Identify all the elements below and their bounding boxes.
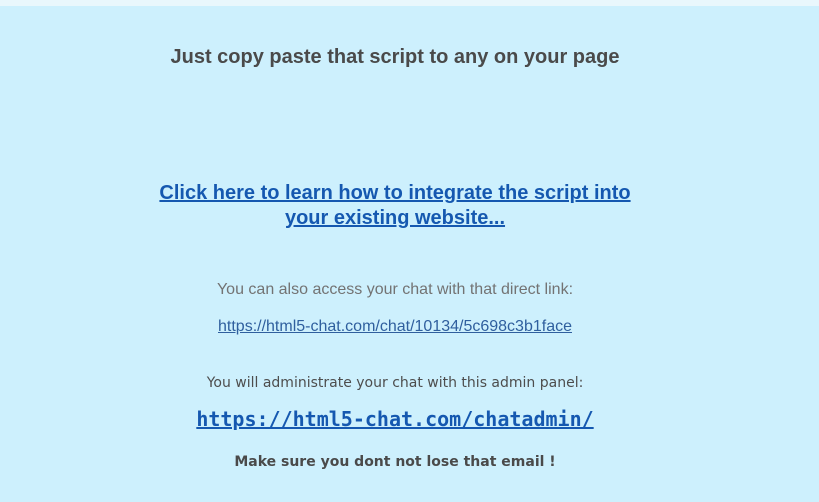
admin-panel-link[interactable]: https://html5-chat.com/chatadmin/ <box>0 407 790 431</box>
direct-chat-link[interactable]: https://html5-chat.com/chat/10134/5c698c… <box>0 318 790 336</box>
direct-link-label: You can also access your chat with that … <box>216 281 574 298</box>
page-heading: Just copy paste that script to any on yo… <box>170 46 620 68</box>
integration-guide-link[interactable]: Click here to learn how to integrate the… <box>150 181 640 231</box>
integration-guide-link-line2[interactable]: your existing website... <box>285 207 505 229</box>
admin-panel-label: You will administrate your chat with thi… <box>206 375 584 391</box>
page: Just copy paste that script to any on yo… <box>0 0 819 502</box>
top-border <box>0 0 819 6</box>
integration-guide-link-line1[interactable]: Click here to learn how to integrate the… <box>159 182 630 204</box>
email-warning: Make sure you dont not lose that email ! <box>234 454 556 470</box>
